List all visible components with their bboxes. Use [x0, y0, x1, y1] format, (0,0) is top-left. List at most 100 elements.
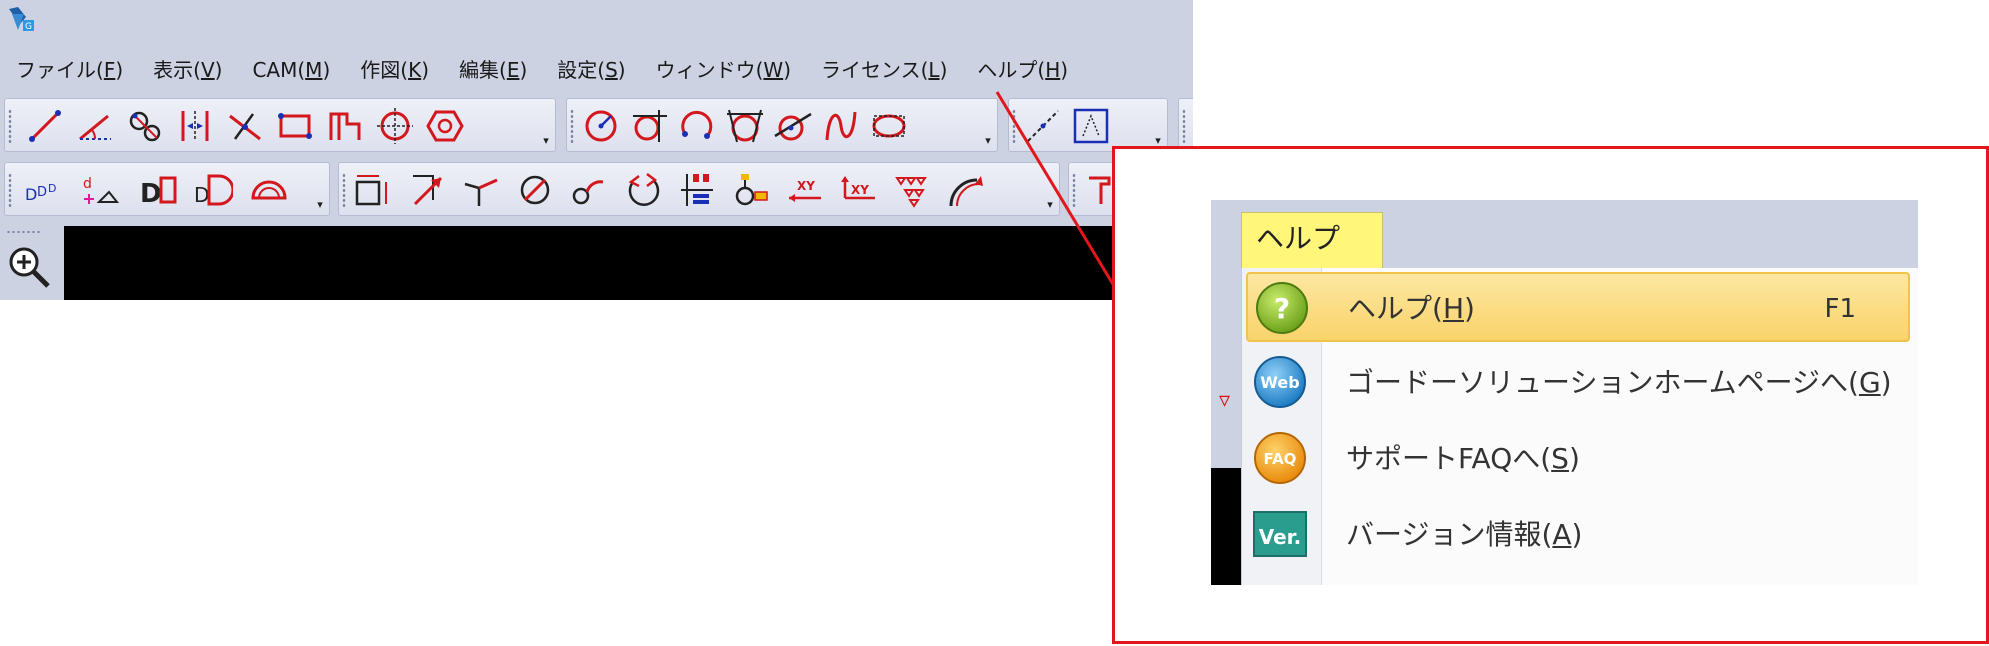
- menu-cam[interactable]: CAM(M): [236, 52, 344, 88]
- toolbar-overflow-button[interactable]: ▾: [313, 197, 327, 213]
- menu-settings[interactable]: 設定(S): [541, 52, 639, 88]
- arc-tool-icon[interactable]: [677, 106, 717, 146]
- toolbar-grip[interactable]: [8, 173, 12, 207]
- toolbar-overflow-button[interactable]: ▾: [539, 133, 553, 149]
- toolbar-group-draw: ▾: [4, 98, 556, 152]
- circle-tangent-tool-icon[interactable]: [629, 106, 669, 146]
- svg-text:?: ?: [1274, 292, 1290, 325]
- curve-arrow-tool-icon[interactable]: [947, 170, 987, 210]
- zoom-in-icon[interactable]: [4, 242, 54, 292]
- zoom-background-edge: ▿: [1211, 268, 1241, 585]
- dimension-text-tool-icon[interactable]: DDD: [23, 170, 63, 210]
- menu-item-support-faq[interactable]: FAQ サポートFAQへ(S): [1246, 424, 1910, 494]
- svg-text:XY: XY: [851, 183, 869, 197]
- canvas-area: [0, 226, 1193, 300]
- partial-toolbar-icon: ▿: [1219, 388, 1231, 413]
- toolbar-group-dimension: DDD d D D ▾: [4, 162, 330, 216]
- faq-icon: FAQ: [1254, 432, 1306, 484]
- ellipse-tool-icon[interactable]: [869, 106, 909, 146]
- title-bar: G: [0, 0, 1193, 40]
- rectangle-tool-icon[interactable]: [275, 106, 315, 146]
- branch-tool-icon[interactable]: [461, 170, 501, 210]
- svg-text:Ver.: Ver.: [1259, 525, 1302, 549]
- app-logo-icon: G: [9, 7, 34, 32]
- menu-item-label: ヘルプ(H): [1348, 292, 1475, 325]
- arrow-tool-icon[interactable]: [407, 170, 447, 210]
- intersect-line-tool-icon[interactable]: [225, 106, 265, 146]
- menu-help-active[interactable]: ヘルプ(H): [1241, 212, 1383, 307]
- toolbar-row-2: DDD d D D ▾ XY XY ▾: [0, 162, 1193, 216]
- spline-tool-icon[interactable]: [821, 106, 861, 146]
- drawing-canvas[interactable]: [64, 226, 1193, 300]
- circle-three-point-tool-icon[interactable]: [725, 106, 765, 146]
- svg-text:D: D: [194, 183, 209, 207]
- menu-item-label: バージョン情報(A): [1346, 518, 1583, 551]
- menu-item-shortcut: F1: [1824, 294, 1857, 324]
- circle-tangent-line-tool-icon[interactable]: [773, 106, 813, 146]
- svg-text:d: d: [83, 176, 92, 192]
- menu-file[interactable]: ファイル(F): [0, 52, 137, 88]
- web-globe-icon: Web: [1254, 356, 1306, 408]
- dimension-dd-tool-icon[interactable]: D: [193, 170, 233, 210]
- toolbar-grip[interactable]: [570, 109, 574, 143]
- menu-help[interactable]: ヘルプ(H): [961, 52, 1082, 88]
- help-dropdown-menu: ? ヘルプ(H) F1 Web ゴードーソリューションホームページへ(G) FA…: [1241, 268, 1918, 585]
- circle-radius-tool-icon[interactable]: [581, 106, 621, 146]
- hexagon-tool-icon[interactable]: [425, 106, 465, 146]
- triangle-mark-tool-icon[interactable]: [893, 170, 933, 210]
- svg-text:D: D: [25, 185, 37, 204]
- svg-text:Web: Web: [1260, 373, 1299, 392]
- menu-item-homepage[interactable]: Web ゴードーソリューションホームページへ(G): [1246, 348, 1910, 418]
- box-dimension-tool-icon[interactable]: [353, 170, 393, 210]
- svg-text:D: D: [48, 182, 56, 195]
- step-shape-tool-icon[interactable]: [325, 106, 365, 146]
- menu-license[interactable]: ライセンス(L): [805, 52, 961, 88]
- circle-slash-tool-icon[interactable]: [515, 170, 555, 210]
- menu-edit[interactable]: 編集(E): [443, 52, 541, 88]
- toolbar-group-edit: XY XY ▾: [338, 162, 1060, 216]
- zoom-menu-bar: ヘルプ(H): [1211, 200, 1918, 307]
- copy-xy-tool-icon[interactable]: XY: [839, 170, 879, 210]
- svg-text:G: G: [25, 22, 32, 32]
- text-frame-tool-icon[interactable]: [1071, 106, 1111, 146]
- toolbar-grip[interactable]: [1072, 173, 1076, 207]
- toolbar-grip[interactable]: [8, 109, 12, 143]
- parallel-line-tool-icon[interactable]: [175, 106, 215, 146]
- toolbar-group-partial: [1178, 98, 1193, 152]
- svg-text:D: D: [140, 179, 162, 209]
- svg-text:FAQ: FAQ: [1264, 450, 1297, 468]
- point-marker-tool-icon[interactable]: [731, 170, 771, 210]
- menu-item-label: サポートFAQへ(S): [1346, 442, 1580, 475]
- menu-item-version-info[interactable]: Ver. バージョン情報(A): [1246, 500, 1910, 570]
- help-menu-zoom-panel: ヘルプ(H) ▿ ? ヘルプ(H) F1 Web ゴードーソリューションホームペ…: [1211, 200, 1918, 585]
- menu-item-label: ゴードーソリューションホームページへ(G): [1346, 366, 1892, 399]
- circle-arc-tool-icon[interactable]: [569, 170, 609, 210]
- move-xy-tool-icon[interactable]: XY: [785, 170, 825, 210]
- menu-bar: ファイル(F) 表示(V) CAM(M) 作図(K) 編集(E) 設定(S) ウィンドウ(W…: [0, 52, 1193, 88]
- menu-window[interactable]: ウィンドウ(W): [640, 52, 805, 88]
- line-tool-icon[interactable]: [25, 106, 65, 146]
- toolbar-grip[interactable]: [1012, 109, 1016, 143]
- rotate-tool-icon[interactable]: [623, 170, 663, 210]
- toolbar-overflow-button[interactable]: ▾: [1043, 197, 1057, 213]
- version-info-icon: Ver.: [1253, 511, 1307, 557]
- toolbar-group-circle: ▾: [566, 98, 998, 152]
- help-question-icon: ?: [1256, 282, 1308, 334]
- toolbar-grip[interactable]: [342, 173, 346, 207]
- dashed-line-tool-icon[interactable]: [1023, 106, 1063, 146]
- dimension-d-tool-icon[interactable]: D: [139, 170, 179, 210]
- circle-link-tool-icon[interactable]: [125, 106, 165, 146]
- angle-line-tool-icon[interactable]: [75, 106, 115, 146]
- angle-dimension-tool-icon[interactable]: d: [81, 170, 121, 210]
- menu-draw[interactable]: 作図(K): [344, 52, 443, 88]
- menu-view[interactable]: 表示(V): [137, 52, 236, 88]
- toolbar-grip[interactable]: [6, 230, 42, 234]
- toolbar-row-1: ▾ ▾ ▾: [0, 98, 1193, 152]
- protractor-tool-icon[interactable]: [249, 170, 289, 210]
- menu-item-help[interactable]: ? ヘルプ(H) F1: [1246, 272, 1910, 342]
- toolbar-overflow-button[interactable]: ▾: [981, 133, 995, 149]
- toolbar-group-misc: ▾: [1008, 98, 1168, 152]
- toolbar-grip[interactable]: [1182, 109, 1186, 143]
- grid-block-tool-icon[interactable]: [677, 170, 717, 210]
- crosshair-circle-tool-icon[interactable]: [375, 106, 415, 146]
